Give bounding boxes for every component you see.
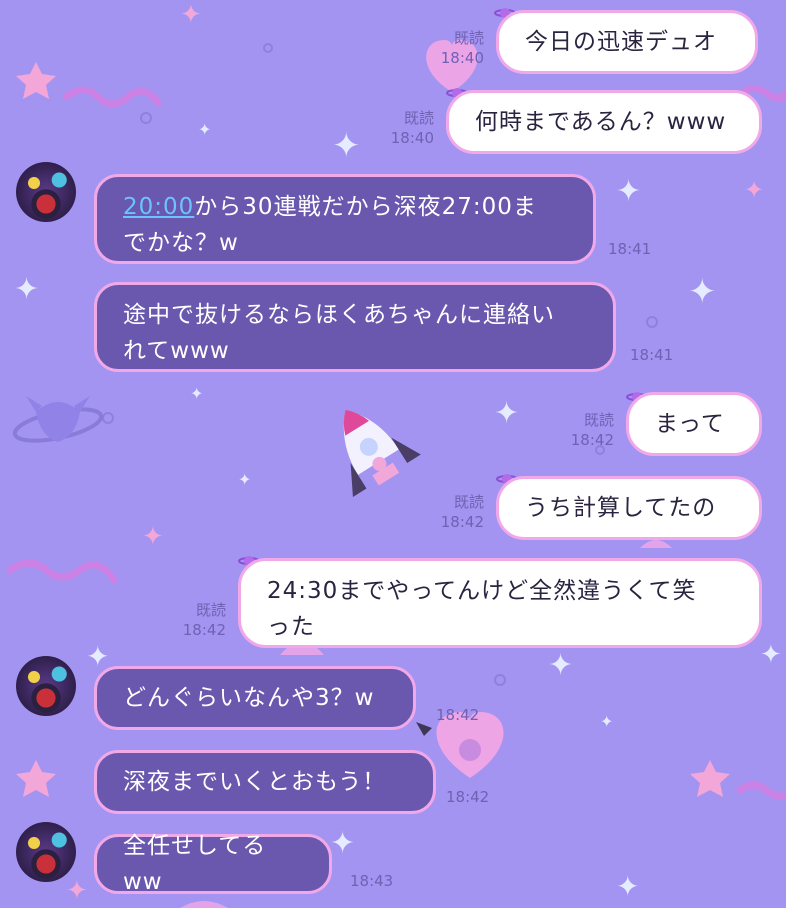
sparkle-icon: ✦ bbox=[14, 272, 40, 307]
outgoing-message-bubble[interactable]: うち計算してたの bbox=[496, 476, 762, 540]
sparkle-icon: ✦ bbox=[688, 272, 717, 312]
read-label: 既読 bbox=[453, 29, 484, 47]
message-text: 途中で抜けるならほくあちゃんに連絡い bbox=[123, 302, 555, 328]
friend-avatar[interactable] bbox=[16, 822, 76, 882]
outgoing-message-bubble[interactable]: 何時まであるん？www bbox=[446, 90, 762, 154]
message-time: 18:41 bbox=[630, 346, 674, 364]
incoming-message-bubble[interactable]: どんぐらいなんや3？w bbox=[94, 666, 416, 730]
time-link[interactable]: 20:00 bbox=[123, 194, 194, 220]
sparkle-icon: ✦ bbox=[616, 870, 640, 903]
message-time: 18:42 bbox=[446, 788, 490, 806]
incoming-message-bubble[interactable]: 深夜までいくとおもう！ bbox=[94, 750, 436, 814]
sparkle-icon: ✦ bbox=[238, 470, 252, 489]
sparkle-icon: ✦ bbox=[600, 712, 614, 731]
message-text: 何時まであるん？www bbox=[475, 109, 727, 135]
sparkle-icon: ✦ bbox=[180, 0, 202, 30]
message-text: どんぐらいなんや3？w bbox=[123, 685, 375, 711]
message-time: 18:42 bbox=[440, 513, 484, 531]
message-text: れてwww bbox=[123, 338, 230, 364]
read-label: 既読 bbox=[453, 493, 484, 511]
message-text: でかな？w bbox=[123, 230, 239, 256]
read-receipt: 既読 18:40 bbox=[370, 108, 434, 148]
message-text: まって bbox=[655, 411, 725, 437]
message-time: 18:40 bbox=[390, 129, 434, 147]
read-label: 既読 bbox=[195, 601, 226, 619]
message-text: 今日の迅速デュオ bbox=[525, 29, 717, 55]
message-text: 24:30までやってんけど全然違うくて笑 bbox=[267, 578, 697, 604]
read-receipt: 既読 18:42 bbox=[420, 492, 484, 532]
message-time: 18:42 bbox=[182, 621, 226, 639]
sparkle-icon: ✦ bbox=[494, 396, 520, 431]
read-receipt: 既読 18:42 bbox=[550, 410, 614, 450]
message-time: 18:42 bbox=[436, 706, 480, 724]
sparkle-icon: ✦ bbox=[66, 876, 88, 906]
sparkle-icon: ✦ bbox=[548, 648, 574, 683]
message-time: 18:40 bbox=[440, 49, 484, 67]
read-label: 既読 bbox=[403, 109, 434, 127]
sparkle-icon: ✦ bbox=[760, 640, 782, 670]
sparkle-icon: ✦ bbox=[190, 384, 204, 403]
read-receipt: 既読 18:40 bbox=[420, 28, 484, 68]
incoming-message-bubble[interactable]: 途中で抜けるならほくあちゃんに連絡い れてwww bbox=[94, 282, 616, 372]
sparkle-icon: ✦ bbox=[332, 126, 361, 166]
sparkle-icon: ✦ bbox=[330, 826, 356, 861]
sparkle-icon: ✦ bbox=[198, 120, 212, 139]
ringed-planet-icon bbox=[12, 396, 104, 443]
friend-avatar[interactable] bbox=[16, 656, 76, 716]
message-time: 18:41 bbox=[608, 240, 652, 258]
rocket-icon bbox=[343, 409, 421, 497]
read-receipt: 既読 18:42 bbox=[160, 600, 226, 640]
sparkle-icon: ✦ bbox=[744, 176, 765, 204]
message-time: 18:43 bbox=[350, 872, 394, 890]
sparkle-icon: ✦ bbox=[142, 522, 164, 552]
message-line: 20:00から30連戦だから深夜27:00ま bbox=[123, 189, 567, 225]
incoming-message-bubble[interactable]: 全任せしてるww bbox=[94, 833, 332, 895]
message-time: 18:42 bbox=[570, 431, 614, 449]
outgoing-message-bubble[interactable]: 24:30までやってんけど全然違うくて笑 った bbox=[238, 558, 762, 648]
message-text: 深夜までいくとおもう！ bbox=[123, 769, 387, 795]
outgoing-message-bubble[interactable]: まって bbox=[626, 392, 762, 456]
message-text: うち計算してたの bbox=[525, 495, 717, 521]
message-text: った bbox=[267, 614, 315, 640]
friend-avatar[interactable] bbox=[16, 162, 76, 222]
incoming-message-bubble[interactable]: 20:00から30連戦だから深夜27:00ま でかな？w bbox=[94, 174, 596, 264]
read-label: 既読 bbox=[583, 411, 614, 429]
outgoing-message-bubble[interactable]: 今日の迅速デュオ bbox=[496, 10, 758, 74]
message-text: から30連戦だから深夜27:00ま bbox=[194, 194, 537, 220]
sparkle-icon: ✦ bbox=[616, 174, 642, 209]
message-text: 全任せしてるww bbox=[123, 833, 267, 895]
